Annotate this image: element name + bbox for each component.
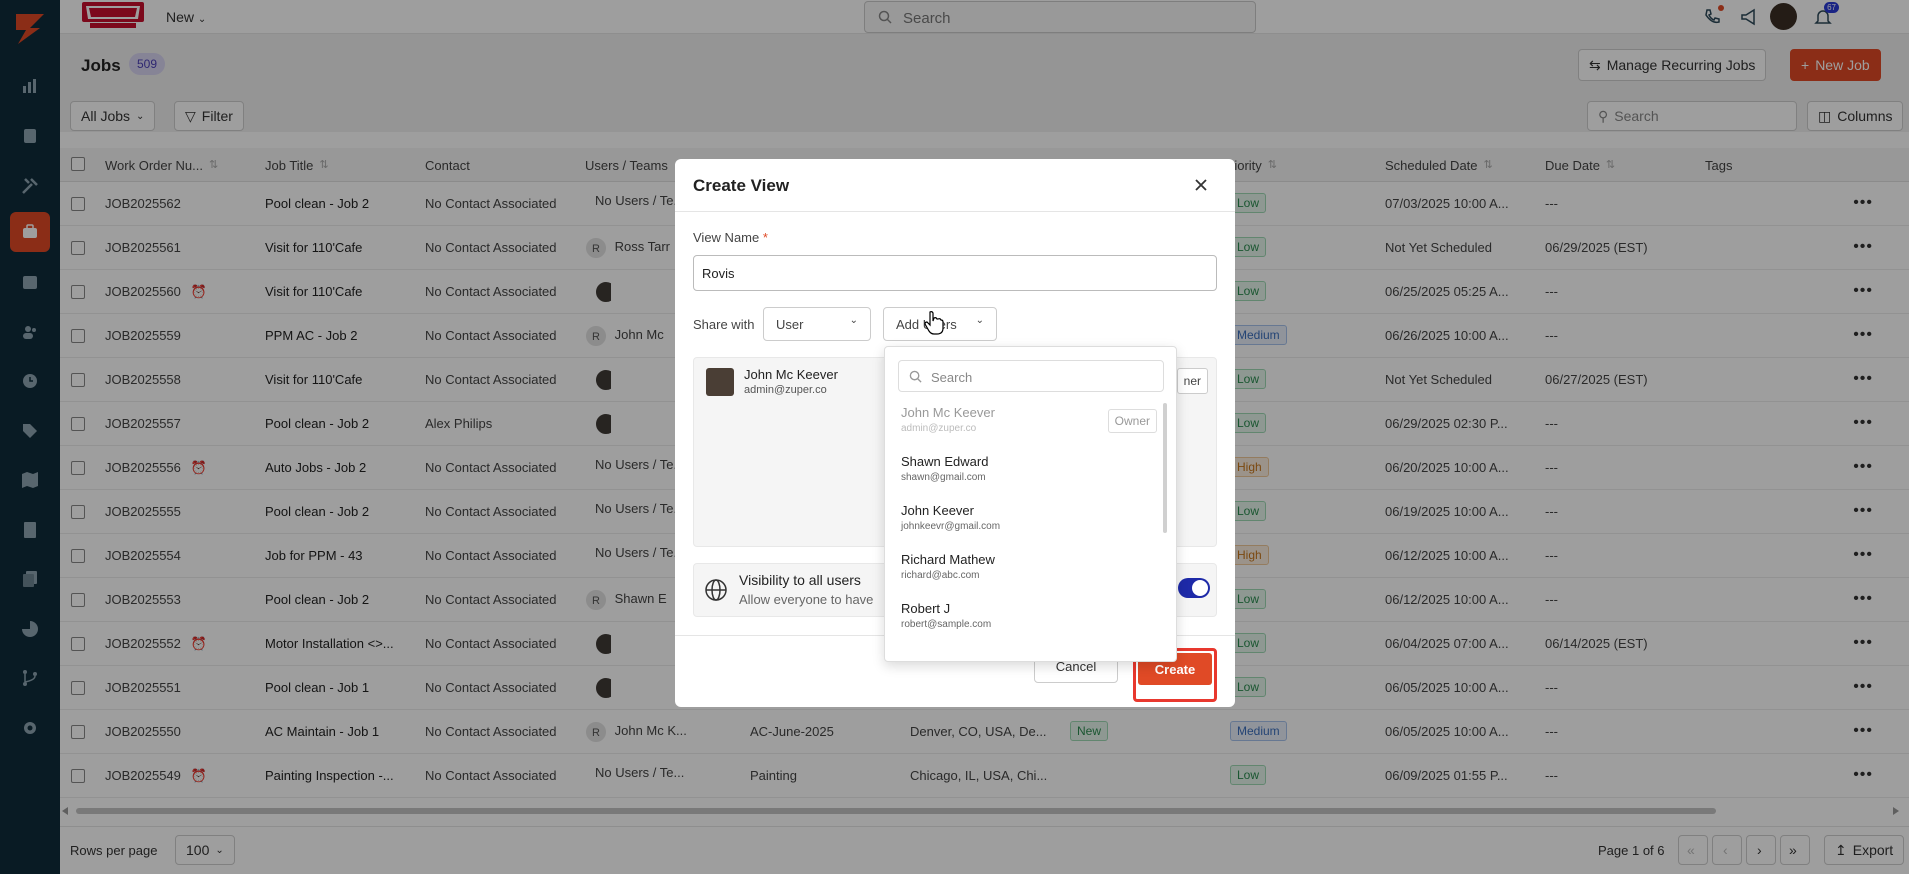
shared-user-name: John Mc Keever bbox=[744, 367, 838, 382]
shared-user-email: admin@zuper.co bbox=[744, 384, 827, 396]
add-users-menu: Search John Mc Keever admin@zuper.co Owner… bbox=[884, 346, 1177, 662]
user-option-email: shawn@gmail.com bbox=[901, 472, 986, 483]
user-option-name: John Keever bbox=[901, 503, 974, 518]
chevron-down-icon: ⌄ bbox=[849, 315, 858, 326]
share-with-label: Share with bbox=[693, 317, 755, 332]
visibility-toggle[interactable] bbox=[1178, 578, 1210, 598]
share-type-select[interactable]: User ⌄ bbox=[763, 307, 871, 341]
owner-tag: Owner bbox=[1107, 409, 1157, 433]
user-option[interactable]: Shawn Edward shawn@gmail.com bbox=[901, 454, 1161, 494]
user-option[interactable]: Robert J robert@sample.com bbox=[901, 601, 1161, 641]
user-option-name: Shawn Edward bbox=[901, 454, 989, 469]
modal-divider bbox=[675, 211, 1235, 212]
close-icon[interactable] bbox=[1191, 175, 1211, 195]
hand-cursor-icon bbox=[924, 311, 944, 335]
visibility-title: Visibility to all users bbox=[739, 572, 861, 588]
dropdown-scrollbar[interactable] bbox=[1163, 403, 1167, 533]
shared-user-avatar bbox=[706, 368, 734, 396]
owner-badge: ner bbox=[1176, 368, 1208, 394]
user-search-placeholder: Search bbox=[931, 370, 973, 385]
user-option-name: Richard Mathew bbox=[901, 552, 995, 567]
user-search-input[interactable]: Search bbox=[898, 360, 1164, 392]
chevron-down-icon: ⌄ bbox=[975, 315, 984, 326]
share-type-value: User bbox=[776, 317, 804, 332]
user-option-name: Robert J bbox=[901, 601, 951, 616]
user-option-email: johnkeevr@gmail.com bbox=[901, 521, 1001, 532]
user-option-email: richard@abc.com bbox=[901, 570, 980, 581]
globe-icon bbox=[705, 579, 727, 601]
user-option: John Mc Keever admin@zuper.co Owner bbox=[901, 405, 1161, 445]
user-option[interactable]: Richard Mathew richard@abc.com bbox=[901, 552, 1161, 592]
view-name-label: View Name * bbox=[693, 230, 768, 245]
user-option[interactable]: John Keever johnkeevr@gmail.com bbox=[901, 503, 1161, 543]
view-name-label-text: View Name bbox=[693, 230, 760, 245]
user-option-email: robert@sample.com bbox=[901, 619, 992, 630]
modal-title: Create View bbox=[693, 176, 790, 195]
search-icon bbox=[909, 370, 922, 383]
view-name-input[interactable]: Rovis bbox=[693, 255, 1217, 291]
required-mark: * bbox=[762, 230, 768, 245]
visibility-description: Allow everyone to have bbox=[739, 592, 874, 607]
